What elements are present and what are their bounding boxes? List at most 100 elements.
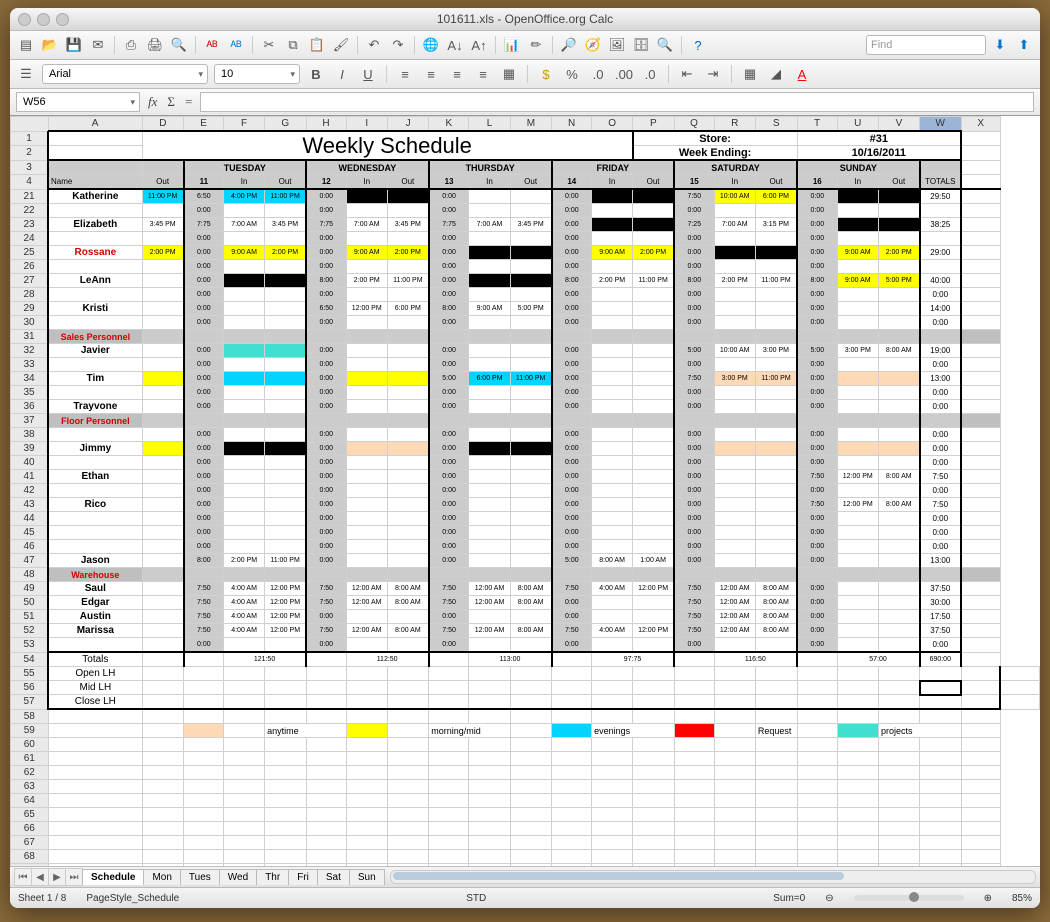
add-decimal-icon[interactable]: .00 — [614, 64, 634, 84]
row-header[interactable]: 65 — [11, 808, 49, 822]
row-header[interactable]: 50 — [11, 596, 49, 610]
font-name-combo[interactable]: Arial — [42, 64, 208, 84]
tab-first-icon[interactable]: ⏮ — [14, 868, 32, 886]
row-header[interactable]: 44 — [11, 512, 49, 526]
row-header[interactable]: 54 — [11, 652, 49, 667]
row-header[interactable]: 52 — [11, 624, 49, 638]
zoom-out-icon[interactable]: ⊖ — [825, 893, 833, 904]
row-header[interactable]: 59 — [11, 724, 49, 738]
sheet-tab-tues[interactable]: Tues — [180, 869, 220, 885]
sort-asc-icon[interactable]: A↓ — [445, 35, 465, 55]
row-header[interactable]: 57 — [11, 695, 49, 710]
print-icon[interactable]: 🖨 — [145, 35, 165, 55]
spellcheck-icon[interactable]: ᴬᴮ — [202, 35, 222, 55]
row-header[interactable]: 2 — [11, 146, 49, 161]
sum-icon[interactable]: Σ — [165, 94, 177, 110]
row-header[interactable]: 64 — [11, 794, 49, 808]
formula-input[interactable] — [200, 92, 1034, 112]
row-header[interactable]: 3 — [11, 160, 49, 175]
spreadsheet-area[interactable]: A D E F G H I J K L M N O P Q R S — [10, 116, 1040, 866]
hyperlink-icon[interactable]: 🌐 — [421, 35, 441, 55]
find-input[interactable]: Find — [866, 35, 986, 55]
col-header[interactable]: A — [48, 117, 142, 132]
row-header[interactable]: 45 — [11, 526, 49, 540]
row-header[interactable]: 48 — [11, 568, 49, 582]
sheet-tab-thr[interactable]: Thr — [256, 869, 289, 885]
align-center-icon[interactable]: ≡ — [421, 64, 441, 84]
find-prev-icon[interactable]: ⬆ — [1014, 35, 1034, 55]
dec-indent-icon[interactable]: ⇤ — [677, 64, 697, 84]
row-header[interactable]: 21 — [11, 189, 49, 204]
row-header[interactable]: 23 — [11, 218, 49, 232]
row-header[interactable]: 41 — [11, 470, 49, 484]
grid[interactable]: A D E F G H I J K L M N O P Q R S — [10, 116, 1040, 866]
autospell-icon[interactable]: ᴬᴮ — [226, 35, 246, 55]
zoom-slider[interactable] — [854, 895, 964, 901]
styles-icon[interactable]: ☰ — [16, 64, 36, 84]
zoom-icon[interactable]: 🔍 — [655, 35, 675, 55]
row-header[interactable]: 43 — [11, 498, 49, 512]
row-header[interactable]: 39 — [11, 442, 49, 456]
row-header[interactable]: 22 — [11, 204, 49, 218]
active-cell[interactable] — [920, 681, 962, 695]
row-header[interactable]: 47 — [11, 554, 49, 568]
tab-prev-icon[interactable]: ◀ — [31, 868, 49, 886]
row-header[interactable]: 46 — [11, 540, 49, 554]
row-header[interactable]: 56 — [11, 681, 49, 695]
titlebar[interactable]: 101611.xls - OpenOffice.org Calc — [10, 8, 1040, 31]
align-right-icon[interactable]: ≡ — [447, 64, 467, 84]
row-header[interactable]: 38 — [11, 428, 49, 442]
pdf-icon[interactable]: ⎙ — [121, 35, 141, 55]
row-header[interactable]: 66 — [11, 822, 49, 836]
sheet-tab-mon[interactable]: Mon — [143, 869, 180, 885]
row-header[interactable]: 55 — [11, 667, 49, 681]
font-size-combo[interactable]: 10 — [214, 64, 300, 84]
row-header[interactable]: 35 — [11, 386, 49, 400]
row-header[interactable]: 67 — [11, 836, 49, 850]
datasources-icon[interactable]: 🗄 — [631, 35, 651, 55]
row-header[interactable]: 60 — [11, 738, 49, 752]
row-header[interactable]: 40 — [11, 456, 49, 470]
row-header[interactable]: 36 — [11, 400, 49, 414]
format-paint-icon[interactable]: 🖌 — [331, 35, 351, 55]
fontcolor-icon[interactable]: A — [792, 64, 812, 84]
row-header[interactable]: 63 — [11, 780, 49, 794]
row-header[interactable]: 24 — [11, 232, 49, 246]
help-icon[interactable]: ? — [688, 35, 708, 55]
sheet-tab-schedule[interactable]: Schedule — [82, 869, 144, 885]
undo-icon[interactable]: ↶ — [364, 35, 384, 55]
row-header[interactable]: 32 — [11, 344, 49, 358]
row-header[interactable]: 29 — [11, 302, 49, 316]
row-header[interactable]: 53 — [11, 638, 49, 653]
new-doc-icon[interactable]: ▤ — [16, 35, 36, 55]
copy-icon[interactable]: ⧉ — [283, 35, 303, 55]
inc-indent-icon[interactable]: ⇥ — [703, 64, 723, 84]
select-all-corner[interactable] — [11, 117, 49, 132]
row-header[interactable]: 28 — [11, 288, 49, 302]
bold-icon[interactable]: B — [306, 64, 326, 84]
row-header[interactable]: 37 — [11, 414, 49, 428]
cut-icon[interactable]: ✂ — [259, 35, 279, 55]
row-header[interactable]: 49 — [11, 582, 49, 596]
show-draw-icon[interactable]: ✏ — [526, 35, 546, 55]
paste-icon[interactable]: 📋 — [307, 35, 327, 55]
percent-icon[interactable]: % — [562, 64, 582, 84]
del-decimal-icon[interactable]: .0 — [640, 64, 660, 84]
preview-icon[interactable]: 🔍 — [169, 35, 189, 55]
row-header[interactable]: 26 — [11, 260, 49, 274]
row-header[interactable]: 31 — [11, 330, 49, 344]
row-header[interactable]: 1 — [11, 131, 49, 146]
chart-icon[interactable]: 📊 — [502, 35, 522, 55]
row-header[interactable]: 62 — [11, 766, 49, 780]
row-header[interactable]: 30 — [11, 316, 49, 330]
underline-icon[interactable]: U — [358, 64, 378, 84]
row-header[interactable]: 33 — [11, 358, 49, 372]
find-next-icon[interactable]: ⬇ — [990, 35, 1010, 55]
row-header[interactable]: 4 — [11, 175, 49, 190]
redo-icon[interactable]: ↷ — [388, 35, 408, 55]
sort-desc-icon[interactable]: A↑ — [469, 35, 489, 55]
sheet-tab-sun[interactable]: Sun — [349, 869, 385, 885]
borders-icon[interactable]: ▦ — [740, 64, 760, 84]
row-header[interactable]: 51 — [11, 610, 49, 624]
bgcolor-icon[interactable]: ◢ — [766, 64, 786, 84]
